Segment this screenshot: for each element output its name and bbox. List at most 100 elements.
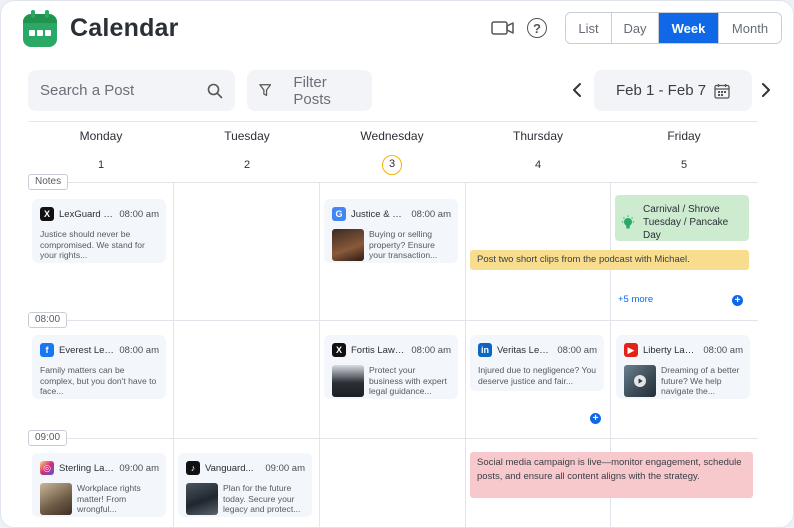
post-account: Justice & Par... — [351, 208, 407, 220]
chevron-right-icon — [762, 83, 770, 97]
calendar-icon — [714, 83, 730, 99]
grid-row-line — [28, 182, 758, 183]
post-text: Dreaming of a better future? We help nav… — [661, 365, 740, 396]
grid-column-line — [319, 182, 320, 527]
post-card[interactable]: ▶ Liberty Law... 08:00 am Dreaming of a … — [616, 335, 750, 399]
time-tag-0900: 09:00 — [28, 430, 68, 446]
add-post-button[interactable]: + — [590, 413, 601, 424]
day-number[interactable]: 5 — [674, 155, 694, 175]
post-account: Liberty Law... — [643, 344, 699, 356]
day-header-wednesday: Wednesday 3 — [319, 129, 465, 175]
post-thumbnail — [186, 483, 218, 515]
day-number[interactable]: 4 — [528, 155, 548, 175]
day-header-tuesday: Tuesday 2 — [174, 129, 320, 175]
post-text: Plan for the future today. Secure your l… — [223, 483, 301, 514]
post-thumbnail — [332, 365, 364, 397]
x-twitter-icon: X — [40, 207, 54, 221]
date-range-label: Feb 1 - Feb 7 — [616, 82, 707, 99]
post-text: Family matters can be complex, but you d… — [40, 365, 157, 396]
time-tag-notes: Notes — [28, 174, 69, 190]
holiday-note-text: Carnival / Shrove Tuesday / Pancake Day — [643, 204, 729, 241]
view-list-button[interactable]: List — [566, 13, 612, 43]
post-text: Injured due to negligence? You deserve j… — [478, 365, 597, 386]
post-time: 09:00 am — [265, 462, 305, 474]
day-header-thursday: Thursday 4 — [465, 129, 611, 175]
post-card[interactable]: G Justice & Par... 08:00 am Buying or se… — [324, 199, 458, 263]
youtube-icon: ▶ — [624, 343, 638, 357]
view-month-button[interactable]: Month — [719, 13, 781, 43]
grid-row-line — [28, 320, 758, 321]
day-header-monday: Monday 1 — [28, 129, 174, 175]
post-time: 08:00 am — [557, 344, 597, 356]
day-number[interactable]: 2 — [237, 155, 257, 175]
post-thumbnail — [40, 483, 72, 515]
post-time: 08:00 am — [119, 208, 159, 220]
search-input[interactable]: Search a Post — [28, 70, 235, 111]
video-camera-icon[interactable] — [491, 19, 515, 37]
post-card[interactable]: f Everest Lega... 08:00 am Family matter… — [32, 335, 166, 399]
lightbulb-icon — [622, 215, 634, 229]
chevron-left-icon — [573, 83, 581, 97]
filter-icon — [259, 84, 272, 97]
day-name: Wednesday — [360, 129, 424, 143]
post-text: Workplace rights matter! From wrongful..… — [77, 483, 141, 514]
post-time: 08:00 am — [119, 344, 159, 356]
holiday-note[interactable]: Carnival / Shrove Tuesday / Pancake Day — [615, 195, 749, 241]
calendar-logo-icon — [23, 10, 57, 47]
search-placeholder: Search a Post — [40, 82, 135, 99]
view-day-button[interactable]: Day — [612, 13, 659, 43]
post-account: Fortis Law Firm — [351, 344, 406, 356]
calendar-app: Calendar ? List Day Week Month Search a … — [0, 0, 794, 528]
google-business-icon: G — [332, 207, 346, 221]
x-twitter-icon: X — [332, 343, 346, 357]
add-post-button[interactable]: + — [732, 295, 743, 306]
page-title: Calendar — [70, 14, 179, 42]
post-card[interactable]: ♪ Vanguard... 09:00 am Plan for the futu… — [178, 453, 312, 517]
view-week-button[interactable]: Week — [659, 13, 719, 43]
filter-label: Filter Posts — [293, 73, 331, 108]
post-card[interactable]: in Veritas Legal... 08:00 am Injured due… — [470, 335, 604, 391]
day-number[interactable]: 1 — [91, 155, 111, 175]
more-posts-link[interactable]: +5 more — [618, 294, 653, 305]
instagram-icon: ◎ — [40, 461, 54, 475]
post-time: 08:00 am — [411, 208, 451, 220]
podcast-note[interactable]: Post two short clips from the podcast wi… — [470, 250, 749, 270]
post-card[interactable]: X LexGuard Law 08:00 am Justice should n… — [32, 199, 166, 263]
previous-week-button[interactable] — [572, 82, 582, 103]
post-text: Justice should never be compromised. We … — [40, 229, 145, 260]
post-card[interactable]: X Fortis Law Firm 08:00 am Protect your … — [324, 335, 458, 399]
post-text: Buying or selling property? Ensure your … — [369, 229, 438, 260]
date-range-picker[interactable]: Feb 1 - Feb 7 — [594, 70, 752, 111]
post-account: LexGuard Law — [59, 208, 114, 220]
video-thumbnail — [624, 365, 656, 397]
next-week-button[interactable] — [761, 82, 771, 103]
post-time: 09:00 am — [119, 462, 159, 474]
day-header-friday: Friday 5 — [611, 129, 757, 175]
tiktok-icon: ♪ — [186, 461, 200, 475]
grid-divider — [28, 121, 758, 122]
grid-column-line — [465, 182, 466, 527]
linkedin-icon: in — [478, 343, 492, 357]
filter-posts-button[interactable]: Filter Posts — [247, 70, 372, 111]
post-account: Everest Lega... — [59, 344, 114, 356]
time-tag-0800: 08:00 — [28, 312, 68, 328]
post-time: 08:00 am — [411, 344, 451, 356]
post-account: Vanguard... — [205, 462, 254, 474]
play-icon — [634, 375, 646, 387]
facebook-icon: f — [40, 343, 54, 357]
post-card[interactable]: ◎ Sterling Law... 09:00 am Workplace rig… — [32, 453, 166, 517]
campaign-note[interactable]: Social media campaign is live—monitor en… — [470, 452, 753, 498]
post-text: Protect your business with expert legal … — [369, 365, 447, 396]
grid-row-line — [28, 438, 758, 439]
help-icon[interactable]: ? — [527, 18, 547, 38]
day-name: Friday — [667, 129, 701, 143]
post-account: Veritas Legal... — [497, 344, 552, 356]
day-name: Tuesday — [224, 129, 270, 143]
post-time: 08:00 am — [703, 344, 743, 356]
day-name: Monday — [79, 129, 123, 143]
post-account: Sterling Law... — [59, 462, 115, 474]
day-name: Thursday — [512, 129, 564, 143]
search-icon — [207, 83, 223, 98]
today-day-number[interactable]: 3 — [382, 155, 402, 175]
grid-column-line — [173, 182, 174, 527]
